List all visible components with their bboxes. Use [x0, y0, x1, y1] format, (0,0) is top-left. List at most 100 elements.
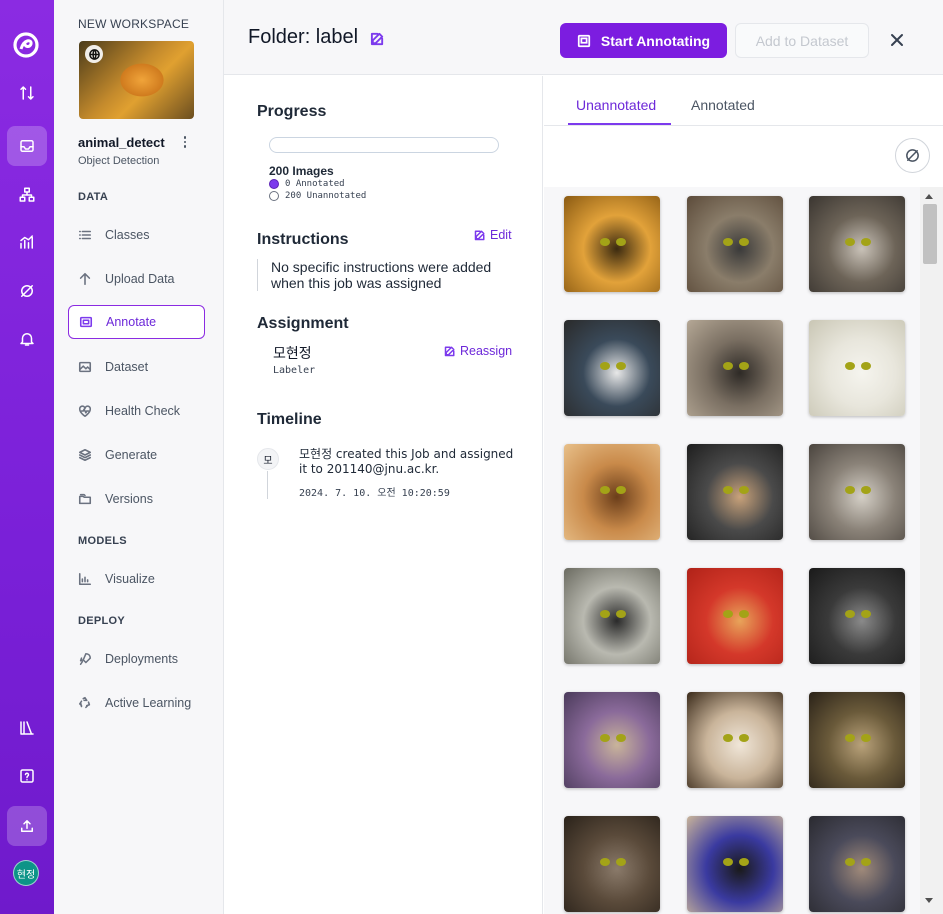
project-sidebar: NEW WORKSPACE animal_detect Object Detec… — [54, 0, 224, 914]
cat-eye — [860, 858, 871, 867]
cat-eye — [845, 238, 856, 247]
cat-eye — [845, 734, 856, 743]
cat-eye — [615, 486, 626, 495]
scroll-down-icon[interactable] — [925, 898, 933, 903]
cat-image — [117, 61, 167, 99]
image-thumbnail[interactable] — [687, 692, 783, 788]
cat-eye — [600, 238, 611, 247]
close-icon[interactable] — [888, 31, 908, 51]
recycle-icon — [78, 696, 92, 710]
edit-icon — [444, 346, 455, 357]
bell-icon[interactable] — [7, 319, 47, 359]
sidebar-item-visualize[interactable]: Visualize — [68, 562, 205, 596]
page-title: Folder: label — [248, 26, 359, 48]
edit-icon[interactable] — [370, 31, 385, 46]
section-data: DATA — [78, 191, 109, 203]
tab-annotated[interactable]: Annotated — [691, 97, 755, 113]
image-thumbnail[interactable] — [687, 320, 783, 416]
image-thumbnail[interactable] — [564, 816, 660, 912]
image-thumbnail[interactable] — [809, 196, 905, 292]
app-rail: 현정 — [0, 0, 54, 914]
unannotated-count: 200 Unannotated — [285, 191, 367, 201]
sidebar-item-label: Dataset — [105, 360, 149, 374]
inbox-icon[interactable] — [7, 126, 47, 166]
sidebar-item-annotate[interactable]: Annotate — [68, 305, 205, 339]
progress-bar — [269, 137, 499, 153]
folder-stack-icon — [78, 492, 92, 506]
project-thumbnail[interactable] — [79, 41, 194, 119]
image-thumbnail[interactable] — [687, 816, 783, 912]
cat-eye — [723, 610, 734, 619]
cat-eye — [615, 734, 626, 743]
rocket-icon — [78, 652, 92, 666]
gallery-scrollbar[interactable] — [920, 187, 943, 914]
user-avatar[interactable]: 현정 — [13, 860, 39, 886]
list-icon — [78, 228, 92, 242]
deploy-icon[interactable] — [7, 271, 47, 311]
progress-title: Progress — [257, 103, 327, 120]
image-thumbnail[interactable] — [809, 444, 905, 540]
upload-icon[interactable] — [7, 806, 47, 846]
timeline-entry-date: 2024. 7. 10. 오전 10:20:59 — [299, 488, 450, 499]
no-filter-icon — [906, 149, 919, 162]
image-thumbnail[interactable] — [809, 568, 905, 664]
image-thumbnail[interactable] — [809, 692, 905, 788]
edit-instructions-link[interactable]: Edit — [474, 228, 512, 242]
image-thumbnail[interactable] — [809, 816, 905, 912]
sidebar-item-versions[interactable]: Versions — [68, 482, 205, 516]
image-thumbnail[interactable] — [564, 444, 660, 540]
annotated-count: 0 Annotated — [285, 179, 345, 189]
sidebar-item-classes[interactable]: Classes — [68, 218, 205, 252]
arrow-up-icon — [78, 272, 92, 286]
scroll-thumb[interactable] — [923, 204, 937, 264]
add-to-dataset-button[interactable]: Add to Dataset — [735, 23, 869, 58]
image-icon — [78, 360, 92, 374]
cat-eye — [845, 610, 856, 619]
tab-unannotated[interactable]: Unannotated — [576, 97, 656, 113]
instructions-title: Instructions — [257, 231, 349, 248]
image-thumbnail[interactable] — [809, 320, 905, 416]
help-icon[interactable] — [7, 756, 47, 796]
image-thumbnail[interactable] — [564, 320, 660, 416]
image-thumbnail[interactable] — [564, 196, 660, 292]
upload-download-icon[interactable] — [7, 73, 47, 113]
hierarchy-icon[interactable] — [7, 175, 47, 215]
sidebar-item-label: Classes — [105, 228, 150, 242]
start-annotating-button[interactable]: Start Annotating — [560, 23, 727, 58]
cat-eye — [738, 734, 749, 743]
cat-eye — [600, 610, 611, 619]
sidebar-item-health-check[interactable]: Health Check — [68, 394, 205, 428]
sidebar-item-label: Health Check — [105, 404, 181, 418]
reassign-link[interactable]: Reassign — [444, 344, 512, 358]
app-logo-icon[interactable] — [12, 31, 40, 59]
cat-eye — [723, 486, 734, 495]
image-thumbnail[interactable] — [687, 196, 783, 292]
sidebar-item-label: Deployments — [105, 652, 178, 666]
edit-icon — [474, 230, 485, 241]
sidebar-item-upload[interactable]: Upload Data — [68, 262, 205, 296]
library-icon[interactable] — [7, 708, 47, 748]
analytics-icon[interactable] — [7, 222, 47, 262]
assignment-title: Assignment — [257, 315, 349, 332]
globe-icon — [85, 45, 103, 63]
image-thumbnail[interactable] — [564, 568, 660, 664]
hide-filter-button[interactable] — [895, 138, 930, 173]
cat-eye — [738, 858, 749, 867]
start-annotating-label: Start Annotating — [600, 32, 711, 49]
active-tab-indicator — [568, 123, 671, 125]
sidebar-item-dataset[interactable]: Dataset — [68, 350, 205, 384]
cat-eye — [738, 486, 749, 495]
cat-eye — [600, 858, 611, 867]
image-thumbnail[interactable] — [687, 444, 783, 540]
sidebar-item-label: Active Learning — [105, 696, 192, 710]
sidebar-item-deployments[interactable]: Deployments — [68, 642, 205, 676]
image-thumbnail[interactable] — [564, 692, 660, 788]
image-thumbnail[interactable] — [687, 568, 783, 664]
sidebar-item-generate[interactable]: Generate — [68, 438, 205, 472]
scroll-up-icon[interactable] — [925, 194, 933, 199]
job-info-panel: Progress 200 Images 0 Annotated 200 Unan… — [225, 76, 543, 914]
section-deploy: DEPLOY — [78, 615, 126, 627]
gallery-toolbar — [544, 127, 943, 187]
more-options-icon[interactable] — [178, 134, 192, 150]
sidebar-item-active-learning[interactable]: Active Learning — [68, 686, 205, 720]
